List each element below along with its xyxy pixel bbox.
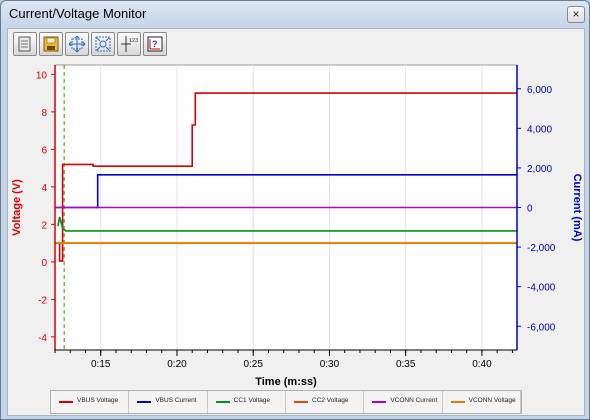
legend-item[interactable]: VCONN Current bbox=[364, 391, 443, 413]
y-left-tick-label: -2 bbox=[38, 295, 47, 306]
y-left-tick-label: 8 bbox=[41, 108, 47, 119]
client-area: 123 ? -4 -2 0 2 4 6 8 10 -6,000 -4,000 -2,000 0 2,00… bbox=[7, 28, 585, 416]
legend-label: CC1 Voltage bbox=[233, 397, 271, 404]
y-right-tick-label: -4,000 bbox=[527, 283, 556, 294]
x-tick-label: 0:25 bbox=[243, 359, 263, 370]
monitor-window: Current/Voltage Monitor × 123 ? -4 -2 0 … bbox=[0, 0, 590, 420]
legend-item[interactable]: CC2 Voltage bbox=[286, 391, 365, 413]
y-right-tick-label: 0 bbox=[527, 204, 533, 215]
legend-item[interactable]: CC1 Voltage bbox=[208, 391, 286, 413]
chart-area[interactable]: -4 -2 0 2 4 6 8 10 -6,000 -4,000 -2,000 0 2,000 4,000… bbox=[8, 29, 584, 389]
window-title: Current/Voltage Monitor bbox=[9, 6, 147, 21]
legend-swatch bbox=[450, 401, 465, 403]
y-right-tick-label: -6,000 bbox=[527, 322, 556, 333]
x-tick-label: 0:35 bbox=[396, 359, 416, 370]
y-left-tick-label: 0 bbox=[41, 258, 47, 269]
legend-label: VBUS Voltage bbox=[77, 397, 119, 404]
legend-swatch bbox=[137, 401, 152, 403]
legend-label: VBUS Current bbox=[155, 397, 197, 404]
y-axis-left-label: Voltage (V) bbox=[11, 179, 23, 236]
y-axis-right-label: Current (mA) bbox=[571, 174, 583, 242]
x-tick-label: 0:30 bbox=[320, 359, 340, 370]
x-tick-label: 0:15 bbox=[91, 359, 111, 370]
y-right-tick-label: 2,000 bbox=[527, 164, 552, 175]
title-bar[interactable]: Current/Voltage Monitor × bbox=[1, 1, 589, 27]
legend-item[interactable]: VBUS Current bbox=[129, 391, 208, 413]
y-left-tick-label: 6 bbox=[41, 145, 47, 156]
x-tick-label: 0:20 bbox=[167, 359, 187, 370]
legend-label: VCONN Voltage bbox=[468, 397, 516, 404]
legend-swatch bbox=[59, 401, 73, 403]
y-left-tick-label: 4 bbox=[41, 183, 47, 194]
legend-swatch bbox=[294, 401, 308, 403]
close-button[interactable]: × bbox=[567, 6, 585, 23]
y-left-tick-label: -4 bbox=[38, 333, 47, 344]
legend-label: VCONN Current bbox=[390, 397, 438, 404]
x-axis-label: Time (m:ss) bbox=[255, 376, 317, 388]
y-left-tick-label: 10 bbox=[36, 70, 48, 81]
y-right-tick-label: 6,000 bbox=[527, 85, 552, 96]
legend: VBUS Voltage VBUS Current CC1 Voltage CC2 V… bbox=[50, 390, 522, 414]
legend-item[interactable]: VCONN Voltage bbox=[443, 391, 521, 413]
y-left-tick-label: 2 bbox=[41, 220, 47, 231]
y-right-tick-label: -2,000 bbox=[527, 243, 556, 254]
legend-item[interactable]: VBUS Voltage bbox=[51, 391, 130, 413]
legend-swatch bbox=[215, 401, 230, 403]
legend-swatch bbox=[372, 401, 387, 403]
x-tick-label: 0:40 bbox=[472, 359, 492, 370]
y-right-tick-label: 4,000 bbox=[527, 124, 552, 135]
legend-label: CC2 Voltage bbox=[312, 397, 349, 404]
